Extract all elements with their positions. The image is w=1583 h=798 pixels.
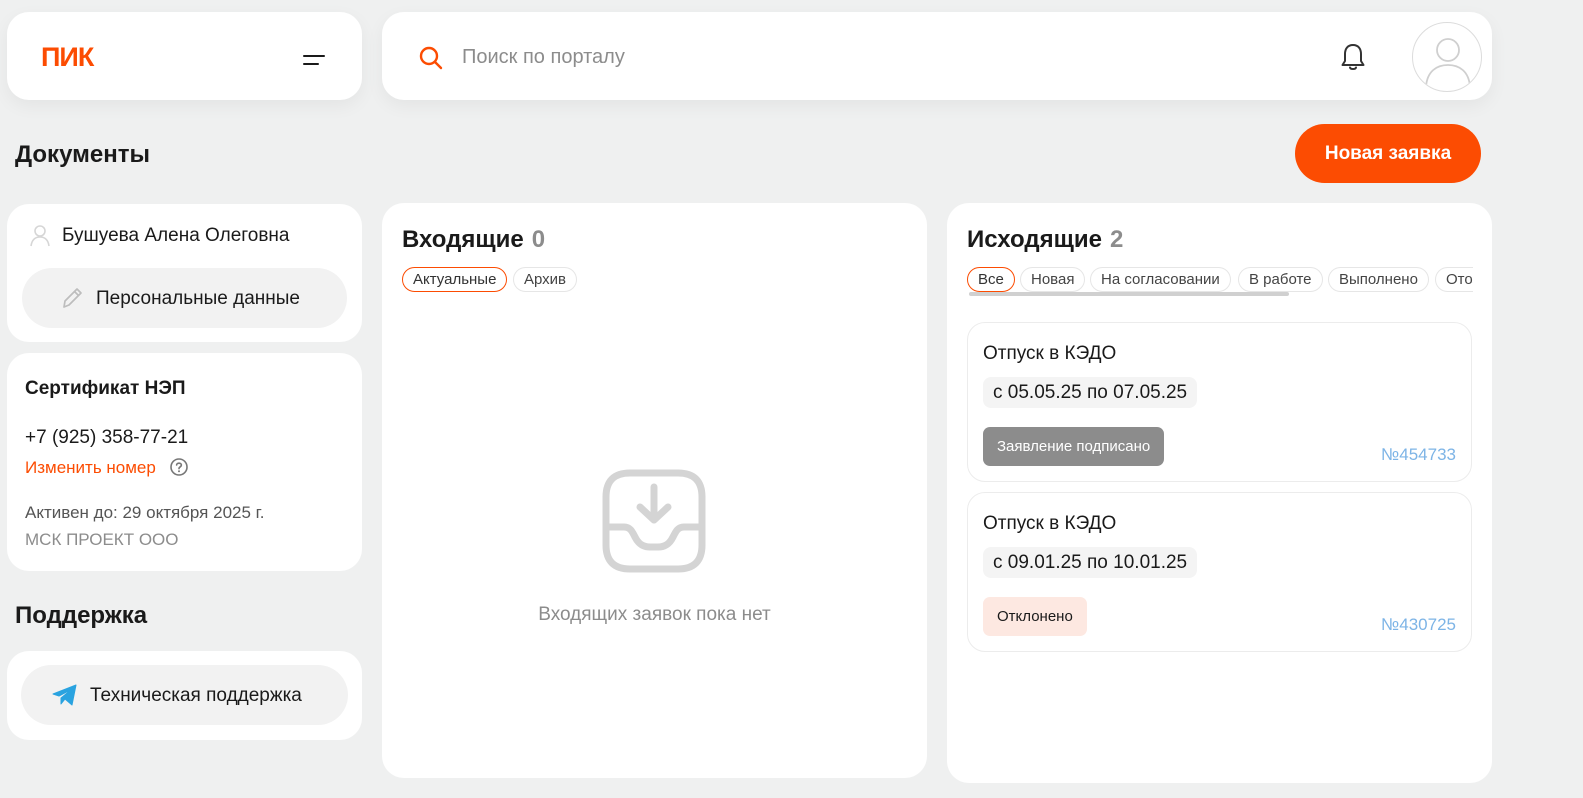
filter-revoked[interactable]: Отозвано (1435, 267, 1473, 292)
filter-all[interactable]: Все (967, 267, 1015, 292)
hamburger-menu-icon[interactable] (303, 52, 329, 72)
status-badge: Заявление подписано (983, 427, 1165, 466)
outgoing-panel: Исходящие 2 Все Новая На согласовании В р… (947, 203, 1492, 783)
help-icon[interactable] (169, 457, 189, 477)
telegram-icon (52, 684, 77, 706)
filter-approval[interactable]: На согласовании (1090, 267, 1231, 292)
search-input[interactable] (462, 40, 1282, 74)
personal-data-label: Персональные данные (96, 288, 300, 309)
certificate-phone: +7 (925) 358-77-21 (25, 427, 189, 448)
user-name: Бушуева Алена Олеговна (62, 225, 290, 246)
incoming-empty-text: Входящих заявок пока нет (538, 604, 771, 625)
certificate-title: Сертификат НЭП (25, 378, 186, 399)
status-badge: Отклонено (983, 597, 1087, 636)
filter-new[interactable]: Новая (1020, 267, 1086, 292)
support-card: Техническая поддержка (7, 651, 362, 740)
search-bar (382, 12, 1492, 100)
search-icon[interactable] (418, 45, 444, 71)
filter-done[interactable]: Выполнено (1328, 267, 1429, 292)
logo-card: ПИК (7, 12, 362, 100)
outgoing-title: Исходящие 2 (967, 226, 1123, 254)
tech-support-label: Техническая поддержка (90, 685, 302, 706)
request-card[interactable]: Отпуск в КЭДО с 09.01.25 по 10.01.25 Отк… (967, 492, 1472, 652)
inbox-download-icon (602, 469, 706, 573)
certificate-organization: МСК ПРОЕКТ ООО (25, 530, 179, 549)
change-number-link[interactable]: Изменить номер (25, 458, 156, 478)
page-title: Документы (15, 141, 150, 168)
request-card[interactable]: Отпуск в КЭДО с 05.05.25 по 07.05.25 Зая… (967, 322, 1472, 482)
support-title: Поддержка (15, 602, 148, 629)
request-number[interactable]: №454733 (1381, 445, 1456, 465)
incoming-title-label: Входящие (402, 226, 524, 253)
incoming-panel: Входящие 0 Актуальные Архив Входящих заяв… (382, 203, 927, 778)
tab-actual[interactable]: Актуальные (402, 267, 508, 292)
certificate-active-until: Активен до: 29 октября 2025 г. (25, 503, 265, 522)
request-title: Отпуск в КЭДО (983, 513, 1117, 534)
incoming-count: 0 (531, 226, 546, 253)
filter-in-progress[interactable]: В работе (1238, 267, 1323, 292)
filters-scrollbar[interactable] (969, 292, 1289, 296)
pencil-icon (63, 288, 82, 308)
incoming-title: Входящие 0 (402, 226, 545, 254)
pik-logo[interactable]: ПИК (41, 42, 94, 73)
new-request-button[interactable]: Новая заявка (1295, 124, 1481, 183)
user-icon (30, 225, 50, 247)
user-card: Бушуева Алена Олеговна Персональные данн… (7, 204, 362, 342)
tech-support-button[interactable]: Техническая поддержка (21, 665, 348, 725)
tab-archive[interactable]: Архив (513, 267, 578, 292)
bell-icon[interactable] (1339, 42, 1367, 72)
request-title: Отпуск в КЭДО (983, 343, 1117, 364)
request-number[interactable]: №430725 (1381, 615, 1456, 635)
outgoing-title-label: Исходящие (967, 226, 1102, 253)
outgoing-count: 2 (1109, 226, 1124, 253)
user-avatar-icon[interactable] (1412, 22, 1482, 92)
request-dates: с 05.05.25 по 07.05.25 (983, 377, 1198, 408)
certificate-card: Сертификат НЭП +7 (925) 358-77-21 Измени… (7, 353, 362, 571)
personal-data-button[interactable]: Персональные данные (22, 268, 347, 328)
request-dates: с 09.01.25 по 10.01.25 (983, 547, 1198, 578)
